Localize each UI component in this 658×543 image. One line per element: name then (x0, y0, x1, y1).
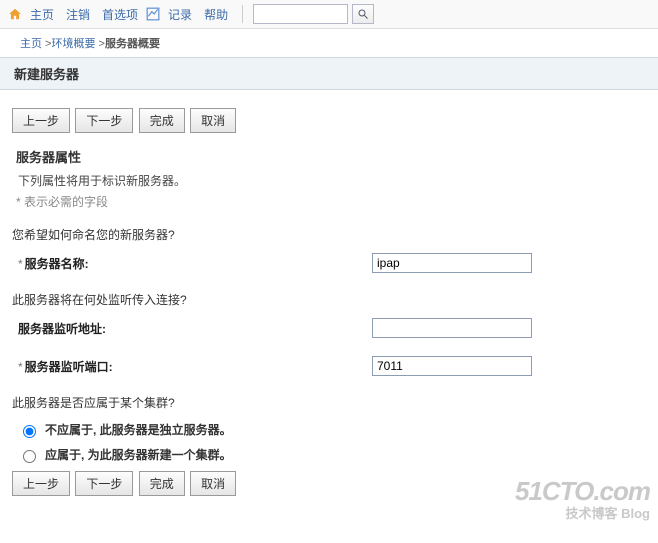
section-heading: 服务器属性 (16, 147, 646, 166)
label-cluster: 应属于, 为此服务器新建一个集群。 (45, 446, 232, 463)
next-button[interactable]: 下一步 (75, 108, 133, 133)
search-input[interactable] (253, 4, 348, 24)
prev-button-bottom[interactable]: 上一步 (12, 471, 70, 496)
cancel-button[interactable]: 取消 (190, 108, 236, 133)
nav-record[interactable]: 记录 (164, 6, 196, 23)
input-listen-port[interactable] (372, 356, 532, 376)
top-nav: 主页 注销 首选项 记录 帮助 (0, 0, 658, 29)
nav-home[interactable]: 主页 (26, 6, 58, 23)
breadcrumb: 主页 >环境概要 >服务器概要 (0, 29, 658, 57)
label-standalone: 不应属于, 此服务器是独立服务器。 (45, 421, 232, 438)
input-server-name[interactable] (372, 253, 532, 273)
separator (242, 5, 243, 23)
nav-logout[interactable]: 注销 (62, 6, 94, 23)
label-listen-port: 服务器监听端口: (25, 360, 113, 374)
crumb-current: 服务器概要 (105, 38, 160, 50)
question-listen: 此服务器将在何处监听传入连接? (12, 291, 646, 308)
finish-button[interactable]: 完成 (139, 108, 185, 133)
question-name: 您希望如何命名您的新服务器? (12, 226, 646, 243)
chart-icon (146, 7, 160, 21)
input-listen-addr[interactable] (372, 318, 532, 338)
content: 上一步 下一步 完成 取消 服务器属性 下列属性将用于标识新服务器。 * 表示必… (0, 90, 658, 530)
label-listen-addr: 服务器监听地址: (18, 322, 106, 336)
prev-button[interactable]: 上一步 (12, 108, 70, 133)
finish-button-bottom[interactable]: 完成 (139, 471, 185, 496)
cancel-button-bottom[interactable]: 取消 (190, 471, 236, 496)
next-button-bottom[interactable]: 下一步 (75, 471, 133, 496)
question-cluster: 此服务器是否应属于某个集群? (12, 394, 646, 411)
nav-help[interactable]: 帮助 (200, 6, 232, 23)
crumb-home[interactable]: 主页 (20, 38, 42, 50)
nav-prefs[interactable]: 首选项 (98, 6, 142, 23)
radio-cluster[interactable] (23, 450, 36, 463)
page-title: 新建服务器 (0, 57, 658, 90)
required-hint: * 表示必需的字段 (16, 193, 646, 210)
radio-standalone[interactable] (23, 425, 36, 438)
section-desc: 下列属性将用于标识新服务器。 (18, 172, 646, 189)
button-row-bottom: 上一步 下一步 完成 取消 (12, 471, 646, 496)
watermark-line2: 技术博客 Blog (515, 503, 650, 522)
button-row-top: 上一步 下一步 完成 取消 (12, 108, 646, 133)
search-button[interactable] (352, 4, 374, 24)
label-server-name: 服务器名称: (25, 257, 89, 271)
home-icon (8, 7, 22, 21)
crumb-env[interactable]: 环境概要 (51, 38, 95, 50)
